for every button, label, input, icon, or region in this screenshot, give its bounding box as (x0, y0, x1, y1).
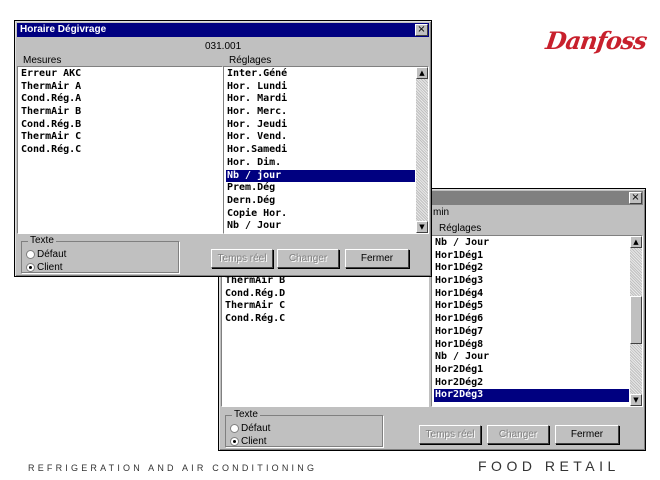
scroll-thumb[interactable] (630, 296, 642, 344)
scroll-up-icon[interactable]: ▲ (630, 236, 642, 248)
front-reglages-list[interactable]: Inter.Géné Hor. Lundi Hor. Mardi Hor. Merc.… (223, 66, 429, 234)
front-code-label: 031.001 (205, 41, 242, 52)
front-reglages-item[interactable]: Copie Hor. (226, 208, 415, 221)
front-reglages-item[interactable]: Hor. Vend. (226, 131, 415, 144)
front-reglages-item[interactable]: Hor. Lundi (226, 81, 415, 94)
back-radio-defaut[interactable]: Défaut (230, 422, 270, 434)
scroll-up-icon[interactable]: ▲ (416, 67, 428, 79)
radio-selected-icon (230, 436, 239, 446)
front-reglages-item[interactable]: Nb / jour (226, 169, 415, 183)
back-reglages-item[interactable]: Hor2Dég2 (434, 377, 629, 390)
front-reglages-scrollbar[interactable]: ▲ ▼ (416, 67, 428, 233)
front-reglages-item[interactable]: Inter.Géné (226, 68, 415, 81)
front-reglages-label: Réglages (229, 55, 272, 66)
front-mesures-list[interactable]: Erreur AKC ThermAir A Cond.Rég.A ThermAir B… (17, 66, 223, 234)
radio-icon (230, 423, 239, 433)
back-temps-reel-button[interactable]: Temps réel (419, 425, 481, 444)
front-reglages-item[interactable]: Hor. Dim. (226, 157, 415, 170)
front-mesures-item[interactable]: Cond.Rég.B (20, 119, 222, 132)
scroll-down-icon[interactable]: ▼ (416, 221, 428, 233)
front-reglages-item[interactable]: Hor. Mardi (226, 93, 415, 106)
back-texte-group: Texte Défaut Client (225, 409, 383, 447)
front-fermer-button[interactable]: Fermer (345, 249, 409, 268)
front-radio-client[interactable]: Client (26, 261, 63, 273)
back-reglages-list[interactable]: Nb / Jour Hor1Dég1 Hor1Dég2 Hor1Dég3 Hor1Dég… (431, 235, 643, 407)
back-reglages-item[interactable]: Nb / Jour (434, 237, 629, 250)
back-radio-client-label: Client (241, 435, 267, 447)
front-temps-reel-button[interactable]: Temps réel (211, 249, 273, 268)
back-mesures-item[interactable]: Cond.Rég.D (224, 288, 428, 301)
danfoss-logo: Danfoss (543, 26, 649, 55)
back-code-label: min (433, 207, 450, 218)
back-reglages-scrollbar[interactable]: ▲ ▼ (630, 236, 642, 406)
back-reglages-item[interactable]: Hor2Dég3 (434, 389, 629, 402)
front-reglages-item[interactable]: Hor. Merc. (226, 106, 415, 119)
back-reglages-item[interactable]: Hor1Dég1 (434, 250, 629, 263)
scroll-down-icon[interactable]: ▼ (630, 394, 642, 406)
front-reglages-item[interactable]: Dern.Dég (226, 195, 415, 208)
front-mesures-item[interactable]: ThermAir C (20, 131, 222, 144)
front-reglages-item[interactable]: Hor. Jeudi (226, 119, 415, 132)
front-changer-button[interactable]: Changer (277, 249, 339, 268)
back-reglages-item[interactable]: Hor1Dég6 (434, 313, 629, 326)
back-radio-client[interactable]: Client (230, 435, 267, 447)
back-reglages-item[interactable]: Hor1Dég5 (434, 300, 629, 313)
close-icon[interactable]: × (629, 192, 642, 204)
back-reglages-item[interactable]: Hor1Dég3 (434, 275, 629, 288)
back-mesures-item[interactable]: Cond.Rég.C (224, 313, 428, 326)
front-window-titlebar: Horaire Dégivrage × (17, 23, 429, 37)
front-radio-defaut[interactable]: Défaut (26, 248, 66, 260)
front-radio-defaut-label: Défaut (37, 248, 67, 260)
back-reglages-label: Réglages (439, 223, 482, 234)
back-reglages-item[interactable]: Hor2Dég1 (434, 364, 629, 377)
front-reglages-item[interactable]: Hor.Samedi (226, 144, 415, 157)
back-fermer-button[interactable]: Fermer (555, 425, 619, 444)
front-reglages-item[interactable]: Prem.Dég (226, 182, 415, 195)
front-mesures-item[interactable]: Erreur AKC (20, 68, 222, 81)
back-reglages-item[interactable]: Hor1Dég2 (434, 262, 629, 275)
radio-selected-icon (26, 262, 35, 272)
footer-segment: FOOD RETAIL (478, 458, 620, 474)
front-texte-title: Texte (28, 235, 56, 246)
back-reglages-item[interactable]: Hor1Dég4 (434, 288, 629, 301)
back-mesures-item[interactable]: ThermAir C (224, 300, 428, 313)
front-mesures-item[interactable]: ThermAir B (20, 106, 222, 119)
back-texte-title: Texte (232, 409, 260, 420)
close-icon[interactable]: × (415, 24, 428, 36)
back-reglages-item[interactable]: Nb / Jour (434, 351, 629, 364)
front-reglages-item[interactable]: Nb / Jour (226, 220, 415, 233)
footer-tagline: REFRIGERATION AND AIR CONDITIONING (28, 463, 318, 473)
front-mesures-item[interactable]: Cond.Rég.A (20, 93, 222, 106)
back-reglages-item[interactable]: Hor1Dég7 (434, 326, 629, 339)
front-radio-client-label: Client (37, 261, 63, 273)
window-title: Horaire Dégivrage (20, 24, 107, 35)
back-radio-defaut-label: Défaut (241, 422, 271, 434)
front-mesures-item[interactable]: ThermAir A (20, 81, 222, 94)
front-window: Horaire Dégivrage × 031.001 Mesures Régl… (14, 20, 432, 277)
front-texte-group: Texte Défaut Client (21, 235, 179, 273)
back-changer-button[interactable]: Changer (487, 425, 549, 444)
radio-icon (26, 249, 35, 259)
front-mesures-item[interactable]: Cond.Rég.C (20, 144, 222, 157)
back-reglages-item[interactable]: Hor1Dég8 (434, 339, 629, 352)
front-mesures-label: Mesures (23, 55, 62, 66)
